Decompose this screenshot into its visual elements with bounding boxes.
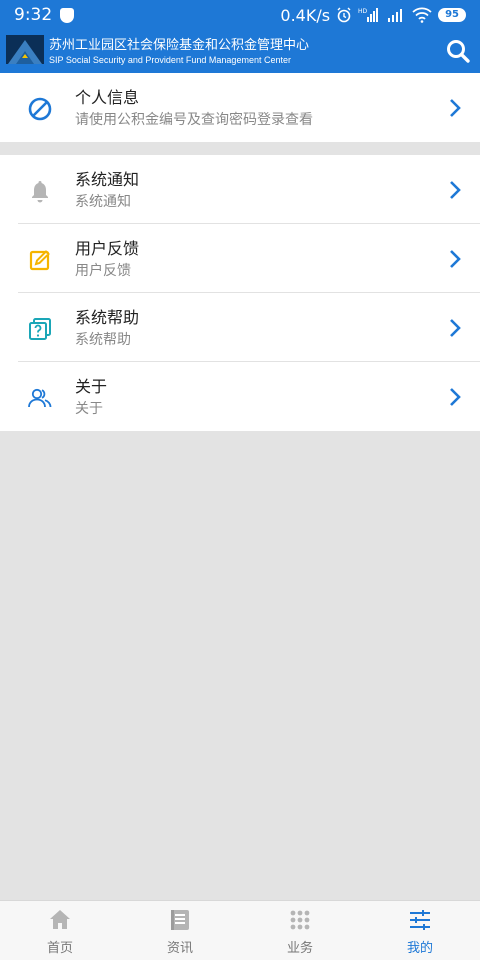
menu-item-texts: 用户反馈 用户反馈 xyxy=(75,238,139,281)
forbidden-icon xyxy=(28,97,52,121)
app-header: 苏州工业园区社会保险基金和公积金管理中心 SIP Social Security… xyxy=(0,30,480,73)
tab-label: 业务 xyxy=(286,941,313,956)
status-bar: 9:32 0.4K/s HD 95 xyxy=(0,0,480,30)
chevron-right-icon xyxy=(450,319,461,337)
menu-item-about[interactable]: 关于 关于 xyxy=(0,362,480,431)
shield-icon xyxy=(60,7,75,23)
status-time: 9:32 xyxy=(14,5,53,25)
wifi-icon xyxy=(412,7,432,23)
svg-text:HD: HD xyxy=(358,8,368,15)
menu-item-texts: 系统通知 系统通知 xyxy=(75,169,139,212)
home-icon xyxy=(50,910,70,929)
search-icon[interactable] xyxy=(444,37,472,65)
menu-item-title: 用户反馈 xyxy=(75,239,140,258)
chevron-right-icon xyxy=(450,99,461,117)
tab-label: 资讯 xyxy=(166,941,193,956)
tab-mine[interactable]: 我的 xyxy=(360,901,480,960)
menu-item-user-feedback[interactable]: 用户反馈 用户反馈 xyxy=(0,224,480,293)
menu-item-title: 关于 xyxy=(75,377,108,396)
chevron-right-icon xyxy=(450,250,461,268)
header-title-en: SIP Social Security and Provident Fund M… xyxy=(49,54,291,65)
logo-icon xyxy=(6,34,44,69)
menu-item-subtitle: 系统帮助 xyxy=(75,332,131,348)
menu-item-subtitle: 用户反馈 xyxy=(75,263,131,279)
battery-indicator: 95 xyxy=(438,8,466,22)
signal-hd-icon: HD xyxy=(358,8,379,22)
tab-business[interactable]: 业务 xyxy=(240,901,360,960)
menu-item-texts: 关于 关于 xyxy=(75,376,107,419)
menu-item-personal-info[interactable]: 个人信息 请使用公积金编号及查询密码登录查看 xyxy=(0,73,480,142)
menu-item-title: 系统通知 xyxy=(75,170,140,189)
help-icon xyxy=(29,318,51,340)
chevron-right-icon xyxy=(450,181,461,199)
alarm-icon xyxy=(337,7,351,23)
menu-item-texts: 系统帮助 系统帮助 xyxy=(75,307,139,350)
document-icon xyxy=(171,910,189,930)
menu-item-subtitle: 关于 xyxy=(75,401,103,417)
tab-news[interactable]: 资讯 xyxy=(120,901,240,960)
tab-label: 我的 xyxy=(406,941,433,956)
sliders-icon xyxy=(410,910,430,930)
signal-icon xyxy=(388,9,403,22)
tab-home[interactable]: 首页 xyxy=(0,901,120,960)
menu-item-subtitle: 系统通知 xyxy=(75,194,131,210)
menu-item-title: 系统帮助 xyxy=(75,308,140,327)
menu-item-texts: 个人信息 请使用公积金编号及查询密码登录查看 xyxy=(75,87,313,130)
grid-dots-icon xyxy=(290,910,310,930)
bottom-tab-bar: 首页 资讯 业务 我的 xyxy=(0,900,480,960)
menu-item-system-help[interactable]: 系统帮助 系统帮助 xyxy=(0,293,480,362)
personal-info-group: 个人信息 请使用公积金编号及查询密码登录查看 xyxy=(0,73,480,142)
edit-icon xyxy=(29,250,50,271)
network-speed: 0.4K/s xyxy=(280,5,331,25)
status-right: 0.4K/s HD 95 xyxy=(280,6,466,25)
menu-item-system-notice[interactable]: 系统通知 系统通知 xyxy=(0,155,480,224)
chevron-right-icon xyxy=(450,388,461,406)
settings-group: 系统通知 系统通知 用户反馈 用户反馈 系统帮助 系统帮助 关于 关于 xyxy=(0,155,480,431)
users-icon xyxy=(28,388,52,408)
bell-icon xyxy=(32,181,48,203)
menu-item-title: 个人信息 xyxy=(75,88,140,107)
header-titles: 苏州工业园区社会保险基金和公积金管理中心 SIP Social Security… xyxy=(49,37,309,67)
tab-label: 首页 xyxy=(46,941,73,956)
menu-item-subtitle: 请使用公积金编号及查询密码登录查看 xyxy=(75,112,313,128)
header-title-cn: 苏州工业园区社会保险基金和公积金管理中心 xyxy=(49,37,310,53)
